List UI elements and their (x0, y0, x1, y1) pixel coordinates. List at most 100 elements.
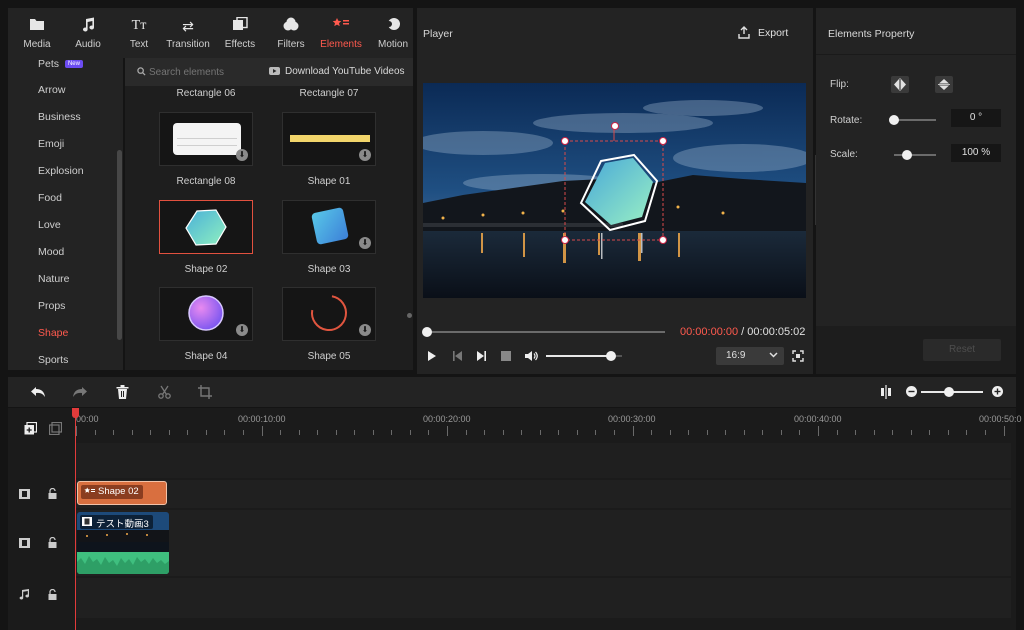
track-manager-button[interactable] (48, 421, 62, 436)
tool-effects[interactable]: Effects (215, 8, 265, 58)
zoom-slider-knob[interactable] (943, 387, 954, 397)
sidebar-scrollbar[interactable] (117, 150, 122, 340)
volume-slider-knob[interactable] (605, 351, 616, 361)
element-shape-01[interactable]: ⬇ (282, 112, 376, 166)
tool-elements[interactable]: Elements (316, 8, 366, 58)
download-icon[interactable]: ⬇ (359, 237, 371, 249)
category-food[interactable]: Food (38, 192, 62, 204)
element-shape-04[interactable]: ⬇ (159, 287, 253, 341)
rotate-handle[interactable] (611, 122, 619, 130)
flip-horizontal-button[interactable] (891, 76, 909, 93)
ruler-tick (984, 430, 986, 435)
scale-value-field[interactable]: 100 % (951, 144, 1001, 162)
export-button[interactable]: Export (738, 26, 798, 42)
video-track-lock[interactable] (46, 536, 58, 549)
category-pets[interactable]: Pets New (38, 58, 83, 70)
audio-track-type (18, 589, 30, 601)
zoom-out-button[interactable] (905, 386, 917, 398)
aspect-ratio-select[interactable]: 16:9 (716, 347, 784, 365)
category-business[interactable]: Business (38, 111, 81, 123)
video-clip[interactable]: テスト動画3 (77, 512, 169, 574)
empty-track[interactable] (76, 443, 1011, 478)
category-emoji[interactable]: Emoji (38, 138, 64, 150)
panel-splitter[interactable] (407, 313, 412, 318)
category-mood[interactable]: Mood (38, 246, 64, 258)
flip-label: Flip: (830, 79, 849, 90)
play-button[interactable] (426, 350, 438, 364)
skip-forward-icon (476, 351, 486, 361)
text-icon: Tт (131, 18, 147, 33)
playback-progress-knob[interactable] (422, 327, 432, 337)
next-frame-button[interactable] (475, 350, 487, 364)
snap-button[interactable] (879, 385, 893, 401)
add-track-button[interactable] (23, 421, 37, 436)
tool-audio[interactable]: Audio (63, 8, 113, 58)
tool-media[interactable]: Media (12, 8, 62, 58)
ruler-tick (818, 426, 819, 436)
player-title: Player (423, 28, 453, 40)
rotate-value-field[interactable]: 0 ° (951, 109, 1001, 127)
playhead-line[interactable] (75, 408, 76, 630)
fullscreen-button[interactable] (791, 350, 805, 364)
ruler-label: 00:00:50:0 (979, 414, 1022, 424)
flip-vertical-button[interactable] (935, 76, 953, 93)
element-clip[interactable]: Shape 02 (77, 481, 167, 505)
search-box[interactable] (135, 66, 265, 80)
resize-handle-bottom-left[interactable] (561, 236, 569, 244)
resize-handle-bottom-right[interactable] (659, 236, 667, 244)
track-manager-icon (48, 421, 62, 436)
ruler-tick (298, 430, 300, 435)
element-shape-05[interactable]: ⬇ (282, 287, 376, 341)
ruler-tick (224, 430, 226, 435)
video-preview[interactable] (423, 83, 806, 298)
category-arrow[interactable]: Arrow (38, 84, 65, 96)
audio-track[interactable] (76, 578, 1011, 618)
ruler-tick (688, 430, 690, 435)
video-track[interactable] (76, 510, 1011, 576)
tool-text[interactable]: Tт Text (114, 8, 164, 58)
category-nature[interactable]: Nature (38, 273, 70, 285)
element-rectangle-08[interactable]: ⬇ (159, 112, 253, 166)
audio-track-lock[interactable] (46, 588, 58, 601)
search-input[interactable] (149, 66, 259, 79)
element-shape-02[interactable] (159, 200, 253, 254)
redo-button[interactable] (72, 385, 88, 401)
previous-frame-button[interactable] (451, 350, 463, 364)
category-explosion[interactable]: Explosion (38, 165, 84, 177)
category-props[interactable]: Props (38, 300, 65, 312)
undo-button[interactable] (30, 385, 46, 401)
zoom-in-button[interactable] (991, 386, 1003, 398)
category-sports[interactable]: Sports (38, 354, 68, 366)
download-icon[interactable]: ⬇ (236, 324, 248, 336)
category-love[interactable]: Love (38, 219, 61, 231)
resize-handle-top-left[interactable] (561, 137, 569, 145)
stop-button[interactable] (500, 351, 512, 363)
tool-motion[interactable]: Motion (368, 8, 418, 58)
element-track[interactable] (76, 480, 1011, 508)
playback-progress-track[interactable] (427, 331, 665, 333)
download-youtube-button[interactable]: Download YouTube Videos (269, 66, 409, 80)
download-icon[interactable]: ⬇ (359, 324, 371, 336)
tool-filters[interactable]: Filters (266, 8, 316, 58)
volume-button[interactable] (524, 350, 538, 364)
timeline-ruler[interactable]: 00:00 00:00:10:00 00:00:20:00 00:00:30:0… (76, 408, 1022, 438)
playhead-handle[interactable] (72, 408, 79, 418)
delete-button[interactable] (114, 385, 130, 401)
tool-transition[interactable]: ⇄ Transition (163, 8, 213, 58)
element-track-lock[interactable] (46, 487, 58, 500)
resize-handle-top-right[interactable] (659, 137, 667, 145)
rotate-slider-track[interactable] (894, 119, 936, 121)
download-icon[interactable]: ⬇ (359, 149, 371, 161)
scale-slider-track[interactable] (894, 154, 936, 156)
category-shape[interactable]: Shape (38, 327, 68, 339)
crop-button[interactable] (197, 385, 213, 401)
scale-slider-knob[interactable] (901, 150, 912, 160)
download-icon[interactable]: ⬇ (236, 149, 248, 161)
split-button[interactable] (156, 385, 172, 401)
element-name: Shape 04 (184, 351, 228, 362)
ruler-label: 00:00:20:00 (423, 414, 471, 424)
rotate-slider-knob[interactable] (889, 115, 899, 125)
element-shape-03[interactable]: ⬇ (282, 200, 376, 254)
reset-button[interactable]: Reset (923, 339, 1001, 361)
ruler-tick (836, 430, 838, 435)
